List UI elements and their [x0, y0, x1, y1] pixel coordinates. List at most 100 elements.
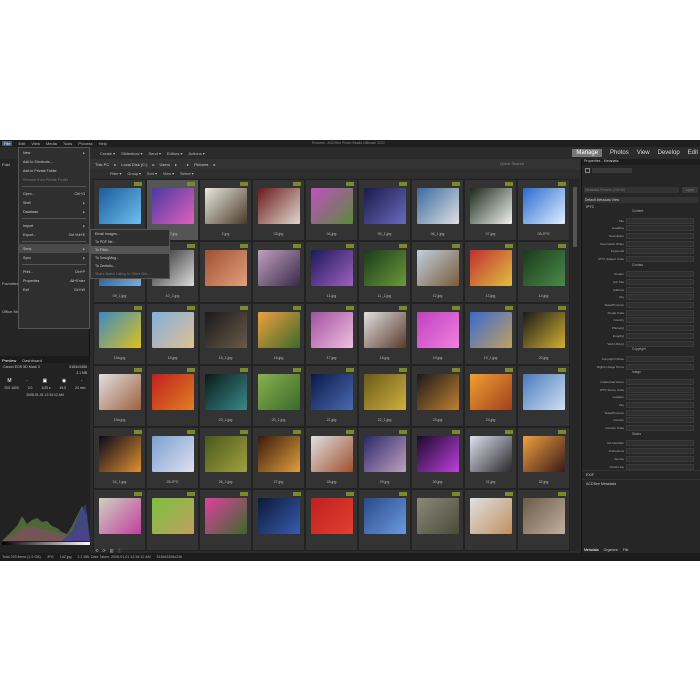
thumbnail-image[interactable] [99, 374, 141, 410]
breadcrumb-item[interactable]: Pictures [194, 162, 208, 167]
thumbnail-image[interactable] [470, 498, 512, 534]
thumbnail-image[interactable] [258, 250, 300, 286]
thumbnail-image[interactable] [523, 436, 565, 472]
field-input[interactable] [626, 425, 694, 432]
thumbnail-cell[interactable]: 30.jpg [411, 427, 464, 489]
file-menu-item[interactable]: Export... Ctrl+Alt+E [19, 230, 89, 239]
field-input[interactable] [626, 355, 694, 362]
thumbnail-image[interactable] [258, 498, 300, 534]
thumbnail-cell[interactable]: 20.jpg [517, 303, 570, 365]
thumbnail-cell[interactable]: 31.jpg [464, 427, 517, 489]
thumbnail-image[interactable] [152, 188, 194, 224]
thumbnail-cell[interactable]: 26_1.jpg [199, 427, 252, 489]
breadcrumb-item[interactable]: Users [160, 162, 170, 167]
thumbnail-image[interactable] [311, 250, 353, 286]
thumbnail-cell[interactable]: 24_1.jpg [93, 427, 146, 489]
field-input[interactable] [626, 332, 694, 339]
thumbnail-cell[interactable]: 04.jpg [305, 179, 358, 241]
file-menu-item[interactable]: Database ▸ [19, 207, 89, 216]
metadata-view-select[interactable]: Default Metadata View [584, 197, 698, 203]
field-input[interactable] [626, 255, 694, 262]
thumbnail-cell[interactable] [252, 241, 305, 303]
thumbnail-cell[interactable]: 15a.jpg [93, 303, 146, 365]
field-input[interactable] [626, 378, 694, 385]
thumbnail-image[interactable] [205, 312, 247, 348]
thumbnail-cell[interactable] [252, 489, 305, 551]
filter-3[interactable]: View ▾ [163, 171, 174, 176]
thumbnail-image[interactable] [258, 374, 300, 410]
filter-2[interactable]: Sort ▾ [147, 171, 157, 176]
thumbnail-image[interactable] [470, 312, 512, 348]
field-input[interactable] [626, 394, 694, 401]
file-menu-item[interactable]: Add to Shortcuts... [19, 157, 89, 166]
thumbnail-cell[interactable]: 07.jpg [464, 179, 517, 241]
send-menu-item[interactable]: To SmugMug... [91, 254, 169, 262]
tag-checkbox[interactable] [585, 168, 590, 173]
field-input[interactable] [626, 271, 694, 278]
filter-0[interactable]: Filter ▾ [110, 171, 121, 176]
thumbnail-image[interactable] [470, 374, 512, 410]
thumbnail-cell[interactable]: 19a.jpg [93, 365, 146, 427]
thumbnail-cell[interactable]: 20_1.jpg [252, 365, 305, 427]
menu-help[interactable]: Help [99, 141, 107, 146]
thumbnail-image[interactable] [523, 312, 565, 348]
mode-develop[interactable]: Develop [658, 150, 680, 156]
field-input[interactable] [626, 363, 694, 370]
thumbnail-cell[interactable]: 28.jpg [305, 427, 358, 489]
thumbnail-cell[interactable]: 19.jpg [411, 303, 464, 365]
thumbnail-image[interactable] [311, 374, 353, 410]
thumbnail-cell[interactable]: 18.jpg [358, 303, 411, 365]
thumbnail-image[interactable] [152, 312, 194, 348]
thumbnail-image[interactable] [99, 188, 141, 224]
file-menu-item[interactable]: Print... Ctrl+P [19, 267, 89, 276]
thumbnail-image[interactable] [311, 188, 353, 224]
thumbnail-cell[interactable]: 13.jpg [464, 241, 517, 303]
field-input[interactable] [626, 232, 694, 239]
thumbnail-cell[interactable]: 21.jpg [305, 365, 358, 427]
file-menu-item[interactable]: Add to Private Folder [19, 166, 89, 175]
field-input[interactable] [626, 448, 694, 455]
menu-view[interactable]: View [31, 141, 40, 146]
file-menu-item[interactable]: Properties Alt+Enter [19, 276, 89, 285]
breadcrumb-item[interactable]: Local Disk (C:) [121, 162, 147, 167]
grid-scrollbar[interactable] [571, 179, 579, 551]
thumbnail-cell[interactable]: 20_1.jpg [199, 365, 252, 427]
menu-file[interactable]: File [2, 141, 13, 146]
thumbnail-image[interactable] [417, 374, 459, 410]
thumbnail-cell[interactable] [93, 489, 146, 551]
thumbnail-image[interactable] [205, 250, 247, 286]
send-menu-item[interactable]: Email Images... [91, 230, 169, 238]
thumbnail-cell[interactable] [411, 489, 464, 551]
field-input[interactable] [626, 440, 694, 447]
thumbnail-image[interactable] [523, 250, 565, 286]
thumbnail-image[interactable] [364, 188, 406, 224]
field-input[interactable] [626, 294, 694, 301]
tab-dashboard[interactable]: Dashboard [22, 358, 42, 363]
thumbnail-image[interactable] [364, 312, 406, 348]
apply-button[interactable]: Apply [681, 187, 698, 193]
thumbnail-cell[interactable]: 24.jpg [464, 365, 517, 427]
thumbnail-image[interactable] [99, 436, 141, 472]
thumbnail-cell[interactable]: 19_1.jpg [464, 303, 517, 365]
thumbnail-cell[interactable]: 2.jpg [199, 179, 252, 241]
mode-edit[interactable]: Edit [688, 150, 698, 156]
thumbnail-cell[interactable]: 27.jpg [252, 427, 305, 489]
thumbnail-cell[interactable]: 05_1.jpg [358, 179, 411, 241]
thumbnail-cell[interactable]: 15.jpg [146, 303, 199, 365]
quick-search[interactable]: Quick Search [500, 161, 524, 166]
tab-preview[interactable]: Preview [2, 358, 16, 363]
field-input[interactable] [626, 455, 694, 462]
field-input[interactable] [626, 417, 694, 424]
thumbnail-image[interactable] [99, 312, 141, 348]
file-menu-item[interactable]: Exit Ctrl+W [19, 285, 89, 294]
file-menu-item[interactable]: Import ▸ [19, 221, 89, 230]
thumbnail-cell[interactable]: 16.jpg [252, 303, 305, 365]
send-menu-item[interactable]: To PDF file... [91, 238, 169, 246]
mode-photos[interactable]: Photos [610, 150, 629, 156]
tab-metadata[interactable]: Metadata [584, 548, 599, 552]
field-input[interactable] [626, 302, 694, 309]
tab-file[interactable]: File [623, 548, 629, 552]
mode-manage[interactable]: Manage [572, 149, 603, 157]
mode-view[interactable]: View [637, 150, 650, 156]
thumbnail-image[interactable] [364, 250, 406, 286]
